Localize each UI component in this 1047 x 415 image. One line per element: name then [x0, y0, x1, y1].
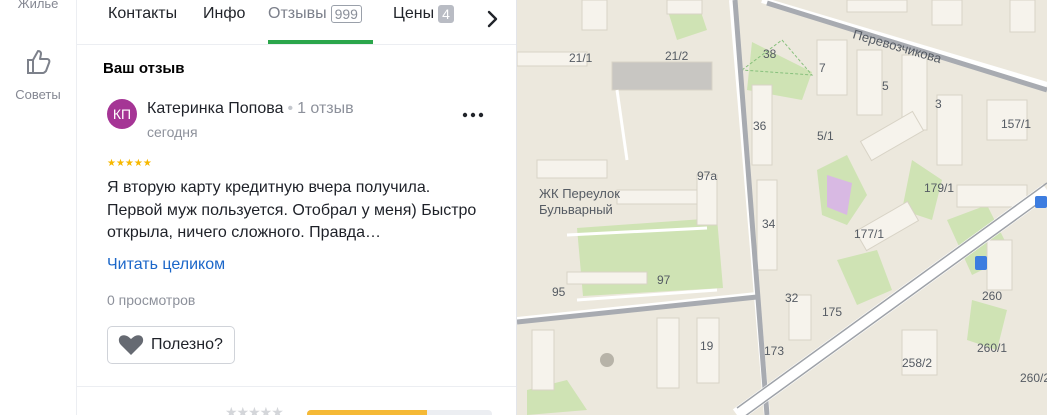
svg-text:173: 173 — [764, 344, 784, 358]
svg-text:97а: 97а — [697, 169, 717, 183]
svg-text:5: 5 — [882, 79, 889, 93]
chevron-right-icon[interactable] — [482, 8, 502, 30]
bus-stop-icon — [975, 256, 987, 270]
bus-stop-icon-2 — [1035, 196, 1047, 208]
tab-contacts[interactable]: Контакты — [108, 5, 177, 23]
map-place-label-2: Бульварный — [539, 202, 613, 217]
svg-text:258/2: 258/2 — [902, 356, 932, 370]
prices-count-badge: 4 — [438, 5, 454, 23]
rating-stars: ★★★★★ — [107, 158, 152, 169]
home-poi-icon — [600, 353, 614, 367]
helpful-button[interactable]: Полезно? — [107, 326, 235, 364]
rail-item-tips-label[interactable]: Советы — [0, 87, 76, 102]
svg-text:260/2: 260/2 — [1020, 371, 1047, 385]
svg-text:21/1: 21/1 — [569, 51, 593, 65]
tab-bar: Контакты Инфо Отзывы 999 Цены 4 — [77, 0, 516, 45]
map-canvas[interactable]: 21/1 21/2 38 7 5 3 157/1 36 5/1 97а 179/… — [517, 0, 1047, 415]
svg-text:175: 175 — [822, 305, 842, 319]
svg-text:260/1: 260/1 — [977, 341, 1007, 355]
more-options-icon[interactable] — [461, 105, 485, 125]
divider — [77, 386, 516, 387]
views-count: 0 просмотров — [107, 292, 196, 308]
next-review-stars: ★★★★★ — [225, 404, 284, 415]
svg-text:3: 3 — [935, 97, 942, 111]
org-card-panel: Контакты Инфо Отзывы 999 Цены 4 Ваш отзы… — [77, 0, 517, 415]
svg-text:38: 38 — [763, 47, 777, 61]
tab-reviews[interactable]: Отзывы 999 — [268, 5, 362, 23]
svg-text:97: 97 — [657, 273, 671, 287]
read-more-link[interactable]: Читать целиком — [107, 256, 225, 274]
reviews-count-badge: 999 — [330, 5, 362, 23]
thumbs-up-icon[interactable] — [25, 48, 51, 76]
author-review-count: 1 отзыв — [297, 100, 354, 117]
left-rail: Жилье Советы — [0, 0, 77, 415]
review-date: сегодня — [147, 124, 198, 140]
svg-text:157/1: 157/1 — [1001, 117, 1031, 131]
svg-text:32: 32 — [785, 291, 799, 305]
heart-icon — [118, 335, 144, 355]
section-title: Ваш отзыв — [103, 60, 185, 77]
svg-text:260: 260 — [982, 289, 1002, 303]
active-tab-indicator — [268, 40, 373, 44]
svg-text:177/1: 177/1 — [854, 227, 884, 241]
tab-prices[interactable]: Цены 4 — [393, 5, 454, 23]
avatar[interactable]: КП — [107, 99, 137, 129]
svg-text:5/1: 5/1 — [817, 129, 834, 143]
svg-text:95: 95 — [552, 285, 566, 299]
next-review-bar — [307, 410, 492, 415]
author-name[interactable]: Катеринка Попова — [147, 100, 283, 117]
rail-item-housing-label[interactable]: Жилье — [0, 0, 76, 11]
svg-text:179/1: 179/1 — [924, 181, 954, 195]
svg-text:7: 7 — [819, 61, 826, 75]
svg-text:36: 36 — [753, 119, 767, 133]
map-place-label-1: ЖК Переулок — [539, 186, 620, 201]
svg-text:21/2: 21/2 — [665, 49, 689, 63]
svg-text:19: 19 — [700, 339, 714, 353]
map[interactable]: 21/1 21/2 38 7 5 3 157/1 36 5/1 97а 179/… — [517, 0, 1047, 415]
review-text: Я вторую карту кредитную вчера получила.… — [107, 179, 477, 241]
svg-text:34: 34 — [762, 217, 776, 231]
review-author: Катеринка Попова • 1 отзыв — [147, 100, 354, 117]
tab-info[interactable]: Инфо — [203, 5, 245, 23]
helpful-label: Полезно? — [151, 336, 223, 353]
